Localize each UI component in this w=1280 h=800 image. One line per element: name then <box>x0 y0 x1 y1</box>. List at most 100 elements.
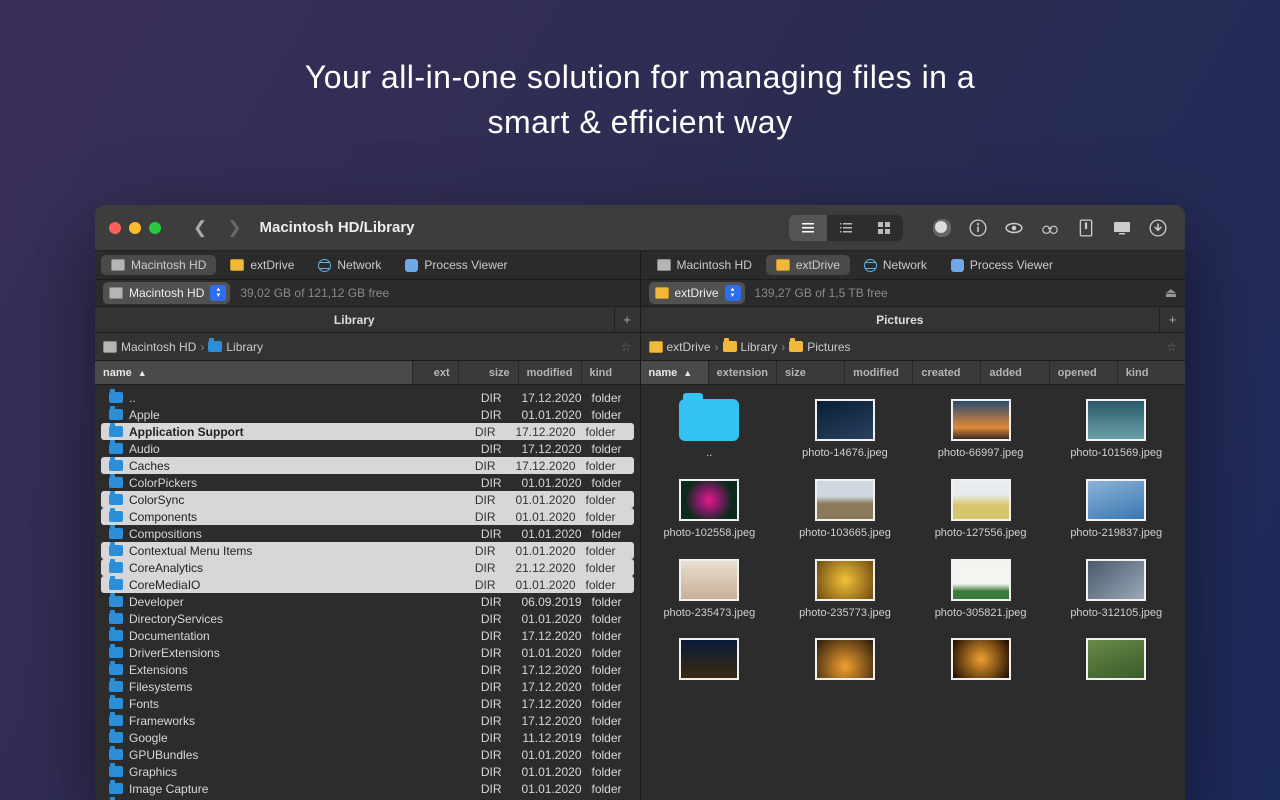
breadcrumb-item[interactable]: Library <box>723 340 778 354</box>
file-row[interactable]: AudioDIR17.12.2020folder <box>95 440 640 457</box>
tab-process-viewer[interactable]: Process Viewer <box>941 255 1063 275</box>
folder-icon <box>109 528 123 539</box>
list-pane-left[interactable]: ..DIR17.12.2020folderAppleDIR01.01.2020f… <box>95 385 641 800</box>
tab-network[interactable]: Network <box>854 255 937 275</box>
file-row[interactable]: ComponentsDIR01.01.2020folder <box>101 508 634 525</box>
photo-item[interactable]: photo-312105.jpeg <box>1051 559 1181 621</box>
photo-item[interactable] <box>780 638 910 686</box>
column-header-name[interactable]: name▲ <box>95 361 413 384</box>
column-header-modified[interactable]: modified <box>845 361 913 384</box>
photo-item[interactable] <box>916 638 1046 686</box>
file-row[interactable]: ColorPickersDIR01.01.2020folder <box>95 474 640 491</box>
photo-item[interactable]: photo-66997.jpeg <box>916 399 1046 461</box>
favorite-star-icon[interactable]: ☆ <box>1166 340 1177 354</box>
column-header-opened[interactable]: opened <box>1050 361 1118 384</box>
icon-pane-right[interactable]: ..photo-14676.jpegphoto-66997.jpegphoto-… <box>641 385 1186 800</box>
file-row[interactable]: ..DIR17.12.2020folder <box>95 389 640 406</box>
file-row[interactable]: Image CaptureDIR01.01.2020folder <box>95 780 640 797</box>
item-label: photo-101569.jpeg <box>1070 447 1162 461</box>
file-row[interactable]: ExtensionsDIR17.12.2020folder <box>95 661 640 678</box>
drive-selector-right[interactable]: extDrive ▴▾ <box>649 282 745 304</box>
tab-extdrive[interactable]: extDrive <box>220 255 304 275</box>
view-mode-segmented[interactable] <box>789 215 903 241</box>
forward-button[interactable]: ❯ <box>227 218 241 238</box>
view-icons-icon[interactable] <box>865 215 903 241</box>
tab-macintosh-hd[interactable]: Macintosh HD <box>101 255 216 275</box>
hidden-files-toggle[interactable] <box>933 219 951 237</box>
folder-title-right: Pictures <box>641 313 1160 327</box>
breadcrumb-item[interactable]: Library <box>208 340 263 354</box>
eject-icon[interactable]: ⏏ <box>1165 285 1177 301</box>
photo-item[interactable]: photo-101569.jpeg <box>1051 399 1181 461</box>
hero-text: Your all-in-one solution for managing fi… <box>0 0 1280 145</box>
folder-icon <box>109 783 123 794</box>
file-row[interactable]: Application SupportDIR17.12.2020folder <box>101 423 634 440</box>
view-columns-icon[interactable] <box>827 215 865 241</box>
breadcrumb-item[interactable]: Pictures <box>789 340 850 354</box>
photo-item[interactable]: photo-102558.jpeg <box>645 479 775 541</box>
new-tab-button-left[interactable]: + <box>614 307 640 333</box>
photo-item[interactable]: photo-14676.jpeg <box>780 399 910 461</box>
file-row[interactable]: AppleDIR01.01.2020folder <box>95 406 640 423</box>
file-row[interactable]: DirectoryServicesDIR01.01.2020folder <box>95 610 640 627</box>
column-header-size[interactable]: size <box>459 361 519 384</box>
file-row[interactable]: FrameworksDIR17.12.2020folder <box>95 712 640 729</box>
photo-item[interactable]: photo-235773.jpeg <box>780 559 910 621</box>
file-row[interactable]: CachesDIR17.12.2020folder <box>101 457 634 474</box>
item-label: photo-235473.jpeg <box>663 607 755 621</box>
file-row[interactable]: GoogleDIR11.12.2019folder <box>95 729 640 746</box>
column-header-size[interactable]: size <box>777 361 845 384</box>
drive-selector-left[interactable]: Macintosh HD ▴▾ <box>103 282 230 304</box>
column-header-kind[interactable]: kind <box>582 361 640 384</box>
archive-icon[interactable] <box>1077 219 1095 237</box>
folder-icon <box>109 460 123 471</box>
photo-item[interactable]: photo-235473.jpeg <box>645 559 775 621</box>
file-row[interactable]: CoreAnalyticsDIR21.12.2020folder <box>101 559 634 576</box>
file-row[interactable]: FontsDIR17.12.2020folder <box>95 695 640 712</box>
breadcrumb-item[interactable]: Macintosh HD <box>103 340 196 354</box>
minimize-window-button[interactable] <box>129 222 141 234</box>
photo-item[interactable]: photo-127556.jpeg <box>916 479 1046 541</box>
binoculars-icon[interactable] <box>1041 219 1059 237</box>
photo-item[interactable] <box>1051 638 1181 686</box>
new-tab-button-right[interactable]: + <box>1159 307 1185 333</box>
download-icon[interactable] <box>1149 219 1167 237</box>
info-icon[interactable] <box>969 219 987 237</box>
tab-macintosh-hd[interactable]: Macintosh HD <box>647 255 762 275</box>
file-row[interactable]: FilesystemsDIR17.12.2020folder <box>95 678 640 695</box>
quicklook-icon[interactable] <box>1005 219 1023 237</box>
photo-item[interactable]: photo-219837.jpeg <box>1051 479 1181 541</box>
thumbnail-image <box>679 638 739 680</box>
folder-icon <box>109 443 123 454</box>
close-window-button[interactable] <box>109 222 121 234</box>
desktop-icon[interactable] <box>1113 219 1131 237</box>
column-header-kind[interactable]: kind <box>1118 361 1185 384</box>
zoom-window-button[interactable] <box>149 222 161 234</box>
file-row[interactable]: ColorSyncDIR01.01.2020folder <box>101 491 634 508</box>
tab-process-viewer[interactable]: Process Viewer <box>395 255 517 275</box>
back-button[interactable]: ❮ <box>193 218 207 238</box>
column-header-name[interactable]: name▲ <box>641 361 709 384</box>
view-list-icon[interactable] <box>789 215 827 241</box>
column-header-extension[interactable]: extension <box>709 361 777 384</box>
file-row[interactable]: DeveloperDIR06.09.2019folder <box>95 593 640 610</box>
file-row[interactable]: Contextual Menu ItemsDIR01.01.2020folder <box>101 542 634 559</box>
folder-item[interactable]: .. <box>645 399 775 461</box>
column-header-added[interactable]: added <box>981 361 1049 384</box>
file-row[interactable]: CompositionsDIR01.01.2020folder <box>95 525 640 542</box>
photo-item[interactable] <box>645 638 775 686</box>
photo-item[interactable]: photo-103665.jpeg <box>780 479 910 541</box>
column-header-created[interactable]: created <box>913 361 981 384</box>
tab-network[interactable]: Network <box>308 255 391 275</box>
file-row[interactable]: GPUBundlesDIR01.01.2020folder <box>95 746 640 763</box>
breadcrumb-item[interactable]: extDrive <box>649 340 711 354</box>
file-row[interactable]: GraphicsDIR01.01.2020folder <box>95 763 640 780</box>
tab-extdrive[interactable]: extDrive <box>766 255 850 275</box>
photo-item[interactable]: photo-305821.jpeg <box>916 559 1046 621</box>
file-row[interactable]: DocumentationDIR17.12.2020folder <box>95 627 640 644</box>
file-row[interactable]: CoreMediaIODIR01.01.2020folder <box>101 576 634 593</box>
favorite-star-icon[interactable]: ☆ <box>621 340 632 354</box>
file-row[interactable]: DriverExtensionsDIR01.01.2020folder <box>95 644 640 661</box>
column-header-modified[interactable]: modified <box>519 361 582 384</box>
column-header-ext[interactable]: ext <box>413 361 459 384</box>
